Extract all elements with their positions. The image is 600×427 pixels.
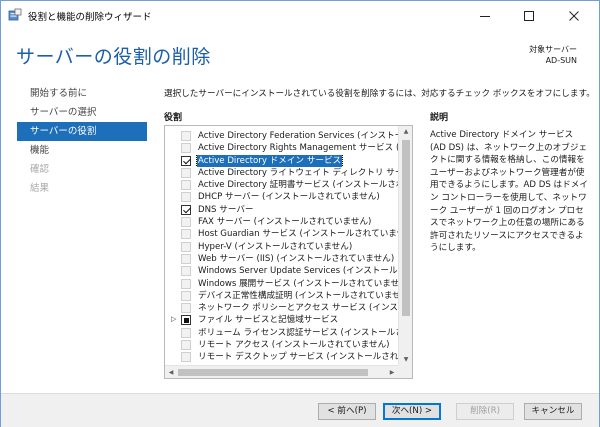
role-row[interactable]: Windows 展開サービス (インストールされていません) (165, 278, 398, 290)
role-row[interactable]: Active Directory Rights Management サービス … (165, 142, 398, 154)
role-label: リモート アクセス (インストールされていません) (198, 340, 390, 351)
vertical-scroll-thumb[interactable] (402, 140, 410, 316)
role-checkbox[interactable] (181, 143, 191, 154)
instruction-text: 選択したサーバーにインストールされている役割を削除するには、対応するチェック ボ… (164, 89, 595, 99)
nav-item-before-you-begin[interactable]: 開始する前に (1, 84, 153, 103)
role-checkbox[interactable] (181, 180, 191, 191)
role-label: デバイス正常性構成証明 (インストールされていません) (198, 290, 398, 301)
maximize-button[interactable] (507, 1, 551, 30)
page-title: サーバーの役割の削除 (16, 46, 211, 68)
role-row[interactable]: ▷ ファイル サービスと記憶域サービス (165, 314, 398, 326)
vertical-scrollbar[interactable]: ▲ ▼ (398, 126, 412, 366)
role-label: Windows Server Update Services (インストールされ… (198, 266, 398, 277)
role-row[interactable]: Hyper-V (インストールされていません) (165, 241, 398, 253)
role-checkbox[interactable] (181, 327, 191, 338)
target-server: 対象サーバー AD-SUN (529, 44, 577, 66)
role-row[interactable]: Active Directory Federation Services (イン… (165, 130, 398, 142)
nav-item-server-roles[interactable]: サーバーの役割 (17, 122, 147, 141)
wizard-window: 役割と機能の削除ウィザード サーバーの役割の削除 対象サーバー AD-SUN 開… (0, 0, 600, 427)
next-button[interactable]: 次へ(N) > (383, 403, 441, 420)
description-text: Active Directory ドメイン サービス (AD DS) は、ネット… (430, 130, 588, 254)
role-checkbox[interactable] (181, 278, 191, 289)
nav-item-features[interactable]: 機能 (1, 141, 153, 160)
role-checkbox[interactable] (181, 340, 191, 351)
scrollbar-corner (398, 365, 412, 378)
role-checkbox[interactable] (181, 290, 191, 301)
role-checkbox[interactable] (181, 204, 191, 215)
horizontal-scroll-thumb[interactable] (178, 369, 368, 376)
role-label: ボリューム ライセンス認証サービス (インストールされていませ (198, 327, 398, 338)
role-checkbox[interactable] (181, 155, 191, 166)
role-label: DHCP サーバー (インストールされていません) (198, 192, 380, 203)
role-row[interactable]: Active Directory ドメイン サービス (165, 154, 398, 167)
scroll-right-icon[interactable]: ▶ (386, 366, 398, 378)
role-label: リモート デスクトップ サービス (インストールされていません) (198, 352, 398, 363)
role-label: Active Directory Federation Services (イン… (198, 131, 398, 141)
roles-list: Active Directory Federation Services (イン… (165, 130, 398, 364)
roles-tree[interactable]: Active Directory Federation Services (イン… (164, 125, 413, 379)
role-label: ファイル サービスと記憶域サービス (198, 315, 339, 326)
role-row[interactable]: FAX サーバー (インストールされていません) (165, 216, 398, 228)
role-row[interactable]: Host Guardian サービス (インストールされていません) (165, 228, 398, 240)
role-checkbox[interactable] (181, 167, 191, 178)
nav-item-confirmation: 確認 (30, 164, 50, 175)
role-row[interactable]: Active Directory ライトウェイト ディレクトリ サービス (イン (165, 167, 398, 179)
role-label: Active Directory ライトウェイト ディレクトリ サービス (イン (198, 167, 398, 178)
role-checkbox[interactable] (181, 217, 191, 228)
role-row[interactable]: ボリューム ライセンス認証サービス (インストールされていませ (165, 327, 398, 339)
remove-button: 削除(R) (456, 403, 514, 420)
role-row[interactable]: リモート デスクトップ サービス (インストールされていません) (165, 351, 398, 363)
role-checkbox[interactable] (181, 253, 191, 264)
server-manager-icon (8, 8, 22, 21)
role-label: Host Guardian サービス (インストールされていません) (198, 229, 398, 240)
role-row[interactable]: DHCP サーバー (インストールされていません) (165, 191, 398, 203)
role-label: Active Directory Rights Management サービス … (198, 143, 398, 154)
title-bar[interactable]: 役割と機能の削除ウィザード (1, 1, 599, 30)
role-label: Active Directory 証明書サービス (インストールされていま (198, 180, 398, 191)
role-label: Web サーバー (IIS) (インストールされていません) (198, 253, 395, 264)
wizard-nav: 開始する前に サーバーの選択 サーバーの役割 機能 確認 結果 (1, 84, 153, 198)
target-server-label: 対象サーバー (529, 45, 577, 54)
role-label: FAX サーバー (インストールされていません) (198, 217, 372, 228)
role-row[interactable]: ネットワーク ポリシーとアクセス サービス (インストールされて (165, 302, 398, 314)
close-button[interactable] (552, 1, 596, 30)
role-checkbox[interactable] (181, 192, 191, 203)
role-label: Active Directory ドメイン サービス (195, 154, 344, 167)
scroll-up-icon[interactable]: ▲ (399, 126, 412, 138)
roles-heading: 役割 (164, 113, 183, 123)
target-server-value: AD-SUN (545, 56, 577, 65)
role-checkbox[interactable] (181, 241, 191, 252)
minimize-icon (480, 15, 490, 17)
description-heading: 説明 (430, 113, 449, 123)
role-checkbox[interactable] (181, 315, 191, 326)
scroll-left-icon[interactable]: ◀ (165, 366, 177, 378)
horizontal-scrollbar[interactable]: ◀ ▶ (165, 365, 412, 378)
cancel-button[interactable]: キャンセル (524, 403, 582, 420)
nav-item-results: 結果 (30, 183, 50, 194)
minimize-button[interactable] (463, 1, 507, 30)
maximize-icon (524, 10, 534, 21)
window-title: 役割と機能の削除ウィザード (28, 12, 152, 23)
role-label: ネットワーク ポリシーとアクセス サービス (インストールされて (198, 303, 398, 314)
role-checkbox[interactable] (181, 303, 191, 314)
role-row[interactable]: Windows Server Update Services (インストールされ… (165, 265, 398, 277)
role-label: Hyper-V (インストールされていません) (198, 241, 353, 252)
role-checkbox[interactable] (181, 131, 191, 141)
role-checkbox[interactable] (181, 352, 191, 363)
close-icon (569, 10, 579, 21)
back-button[interactable]: < 前へ(P) (318, 403, 376, 420)
footer-bar: < 前へ(P) 次へ(N) > 削除(R) キャンセル (1, 394, 599, 427)
role-row[interactable]: Web サーバー (IIS) (インストールされていません) (165, 253, 398, 265)
role-row[interactable]: Active Directory 証明書サービス (インストールされていま (165, 179, 398, 191)
role-row[interactable]: DNS サーバー (165, 204, 398, 216)
role-label: Windows 展開サービス (インストールされていません) (198, 278, 398, 289)
role-label: DNS サーバー (198, 204, 254, 215)
role-checkbox[interactable] (181, 229, 191, 240)
role-row[interactable]: リモート アクセス (インストールされていません) (165, 339, 398, 351)
role-row[interactable]: デバイス正常性構成証明 (インストールされていません) (165, 290, 398, 302)
nav-item-server-selection[interactable]: サーバーの選択 (1, 103, 153, 122)
expand-arrow-icon[interactable]: ▷ (171, 315, 179, 323)
role-checkbox[interactable] (181, 266, 191, 277)
